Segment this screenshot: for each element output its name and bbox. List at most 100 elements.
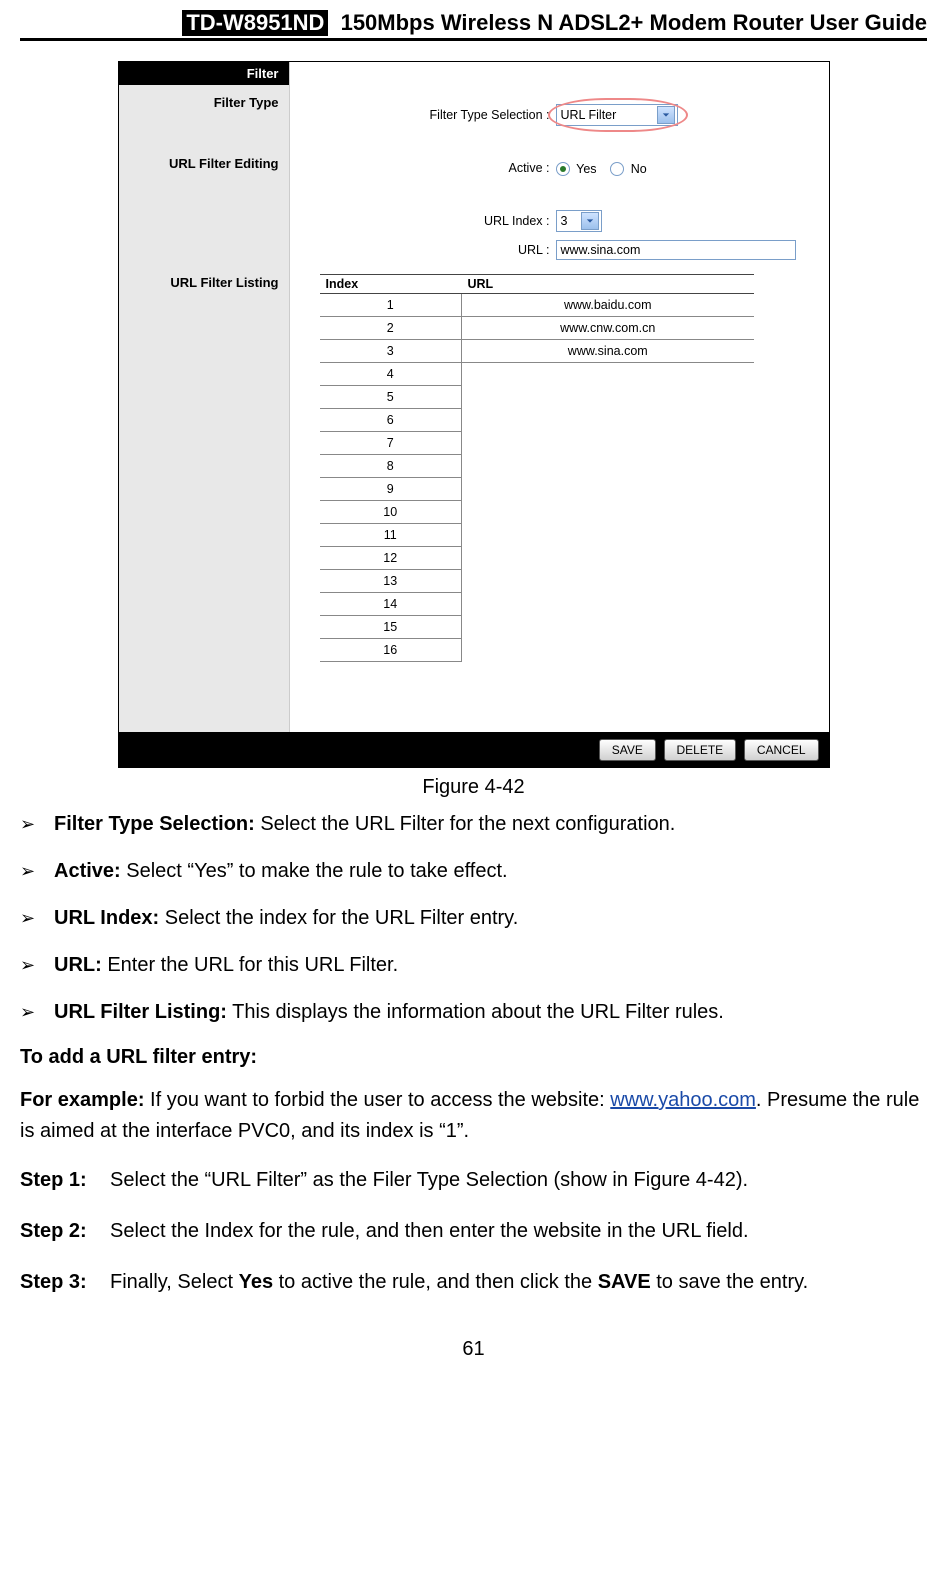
listing-row-url bbox=[462, 569, 754, 592]
bullet-arrow-icon: ➢ bbox=[20, 903, 54, 934]
subhead-add-entry: To add a URL filter entry: bbox=[20, 1046, 927, 1069]
description-item: ➢URL Index: Select the index for the URL… bbox=[20, 903, 927, 934]
listing-row-index: 3 bbox=[320, 339, 462, 362]
description-text: Active: Select “Yes” to make the rule to… bbox=[54, 856, 927, 887]
url-filter-listing-table: Index URL 1www.baidu.com2www.cnw.com.cn3… bbox=[320, 274, 754, 662]
description-list: ➢Filter Type Selection: Select the URL F… bbox=[20, 809, 927, 1028]
active-yes-label: Yes bbox=[576, 162, 596, 176]
table-row: 15 bbox=[320, 615, 754, 638]
listing-row-index: 14 bbox=[320, 592, 462, 615]
sidebar: Filter Filter Type URL Filter Editing UR… bbox=[119, 62, 290, 732]
description-item: ➢Active: Select “Yes” to make the rule t… bbox=[20, 856, 927, 887]
description-item: ➢Filter Type Selection: Select the URL F… bbox=[20, 809, 927, 840]
table-row: 3www.sina.com bbox=[320, 339, 754, 362]
listing-row-index: 4 bbox=[320, 362, 462, 385]
active-yes-radio[interactable] bbox=[556, 162, 570, 176]
listing-row-index: 2 bbox=[320, 316, 462, 339]
listing-row-index: 5 bbox=[320, 385, 462, 408]
listing-row-url: www.sina.com bbox=[462, 339, 754, 362]
table-row: 2www.cnw.com.cn bbox=[320, 316, 754, 339]
listing-col-url: URL bbox=[462, 274, 754, 293]
label-url: URL : bbox=[290, 243, 556, 257]
bullet-arrow-icon: ➢ bbox=[20, 997, 54, 1028]
step-2-text: Select the Index for the rule, and then … bbox=[110, 1216, 927, 1247]
sidebar-section-editing: URL Filter Editing bbox=[119, 146, 289, 175]
sidebar-title: Filter bbox=[119, 62, 289, 85]
step-1: Step 1: Select the “URL Filter” as the F… bbox=[20, 1165, 927, 1196]
table-row: 12 bbox=[320, 546, 754, 569]
step-3-text: Finally, Select Yes to active the rule, … bbox=[110, 1267, 927, 1298]
table-row: 11 bbox=[320, 523, 754, 546]
screenshot-footer: SAVE DELETE CANCEL bbox=[119, 732, 829, 767]
listing-row-url bbox=[462, 454, 754, 477]
table-row: 13 bbox=[320, 569, 754, 592]
url-index-select[interactable]: 3 bbox=[556, 210, 602, 232]
table-row: 9 bbox=[320, 477, 754, 500]
listing-row-url bbox=[462, 592, 754, 615]
description-label: Active: bbox=[54, 860, 121, 882]
listing-row-url bbox=[462, 523, 754, 546]
table-row: 10 bbox=[320, 500, 754, 523]
table-row: 16 bbox=[320, 638, 754, 661]
description-label: URL Filter Listing: bbox=[54, 1001, 227, 1023]
listing-row-index: 1 bbox=[320, 293, 462, 316]
step-2-label: Step 2: bbox=[20, 1216, 110, 1247]
description-body: Enter the URL for this URL Filter. bbox=[102, 954, 398, 976]
listing-row-index: 16 bbox=[320, 638, 462, 661]
description-text: URL Filter Listing: This displays the in… bbox=[54, 997, 927, 1028]
step-1-text: Select the “URL Filter” as the Filer Typ… bbox=[110, 1165, 927, 1196]
listing-row-index: 12 bbox=[320, 546, 462, 569]
description-item: ➢URL Filter Listing: This displays the i… bbox=[20, 997, 927, 1028]
chevron-down-icon bbox=[657, 106, 675, 124]
listing-row-url bbox=[462, 362, 754, 385]
listing-row-index: 7 bbox=[320, 431, 462, 454]
table-row: 8 bbox=[320, 454, 754, 477]
router-ui-screenshot: Filter Filter Type URL Filter Editing UR… bbox=[118, 61, 830, 768]
table-row: 14 bbox=[320, 592, 754, 615]
listing-row-index: 10 bbox=[320, 500, 462, 523]
listing-row-index: 11 bbox=[320, 523, 462, 546]
steps-list: Step 1: Select the “URL Filter” as the F… bbox=[20, 1165, 927, 1298]
url-index-value: 3 bbox=[559, 214, 577, 228]
listing-row-url bbox=[462, 638, 754, 661]
table-row: 6 bbox=[320, 408, 754, 431]
filter-type-value: URL Filter bbox=[559, 108, 653, 122]
example-lead: For example: bbox=[20, 1089, 144, 1111]
save-button[interactable]: SAVE bbox=[599, 739, 656, 761]
sidebar-section-listing: URL Filter Listing bbox=[119, 265, 289, 294]
description-text: Filter Type Selection: Select the URL Fi… bbox=[54, 809, 927, 840]
table-row: 4 bbox=[320, 362, 754, 385]
label-filter-type: Filter Type Selection : bbox=[290, 108, 556, 122]
description-label: Filter Type Selection: bbox=[54, 813, 255, 835]
chevron-down-icon bbox=[581, 212, 599, 230]
step-3-b2: SAVE bbox=[598, 1271, 651, 1293]
step-3-mid: to active the rule, and then click the bbox=[273, 1271, 598, 1293]
cancel-button[interactable]: CANCEL bbox=[744, 739, 819, 761]
description-body: This displays the information about the … bbox=[227, 1001, 724, 1023]
description-label: URL Index: bbox=[54, 907, 159, 929]
listing-row-index: 8 bbox=[320, 454, 462, 477]
bullet-arrow-icon: ➢ bbox=[20, 856, 54, 887]
active-no-radio[interactable] bbox=[610, 162, 624, 176]
listing-row-index: 6 bbox=[320, 408, 462, 431]
delete-button[interactable]: DELETE bbox=[664, 739, 737, 761]
url-input[interactable]: www.sina.com bbox=[556, 240, 796, 260]
step-3-post: to save the entry. bbox=[651, 1271, 809, 1293]
example-paragraph: For example: If you want to forbid the u… bbox=[20, 1085, 927, 1147]
filter-type-select[interactable]: URL Filter bbox=[556, 104, 678, 126]
listing-row-index: 9 bbox=[320, 477, 462, 500]
table-row: 5 bbox=[320, 385, 754, 408]
listing-row-url: www.cnw.com.cn bbox=[462, 316, 754, 339]
description-body: Select the URL Filter for the next confi… bbox=[255, 813, 676, 835]
example-link[interactable]: www.yahoo.com bbox=[610, 1089, 756, 1111]
header-title: 150Mbps Wireless N ADSL2+ Modem Router U… bbox=[341, 10, 927, 35]
page-number: 61 bbox=[20, 1338, 927, 1361]
example-pre: If you want to forbid the user to access… bbox=[144, 1089, 610, 1111]
step-1-label: Step 1: bbox=[20, 1165, 110, 1196]
table-row: 7 bbox=[320, 431, 754, 454]
listing-row-url: www.baidu.com bbox=[462, 293, 754, 316]
bullet-arrow-icon: ➢ bbox=[20, 809, 54, 840]
label-active: Active : bbox=[290, 161, 556, 175]
listing-row-url bbox=[462, 408, 754, 431]
bullet-arrow-icon: ➢ bbox=[20, 950, 54, 981]
